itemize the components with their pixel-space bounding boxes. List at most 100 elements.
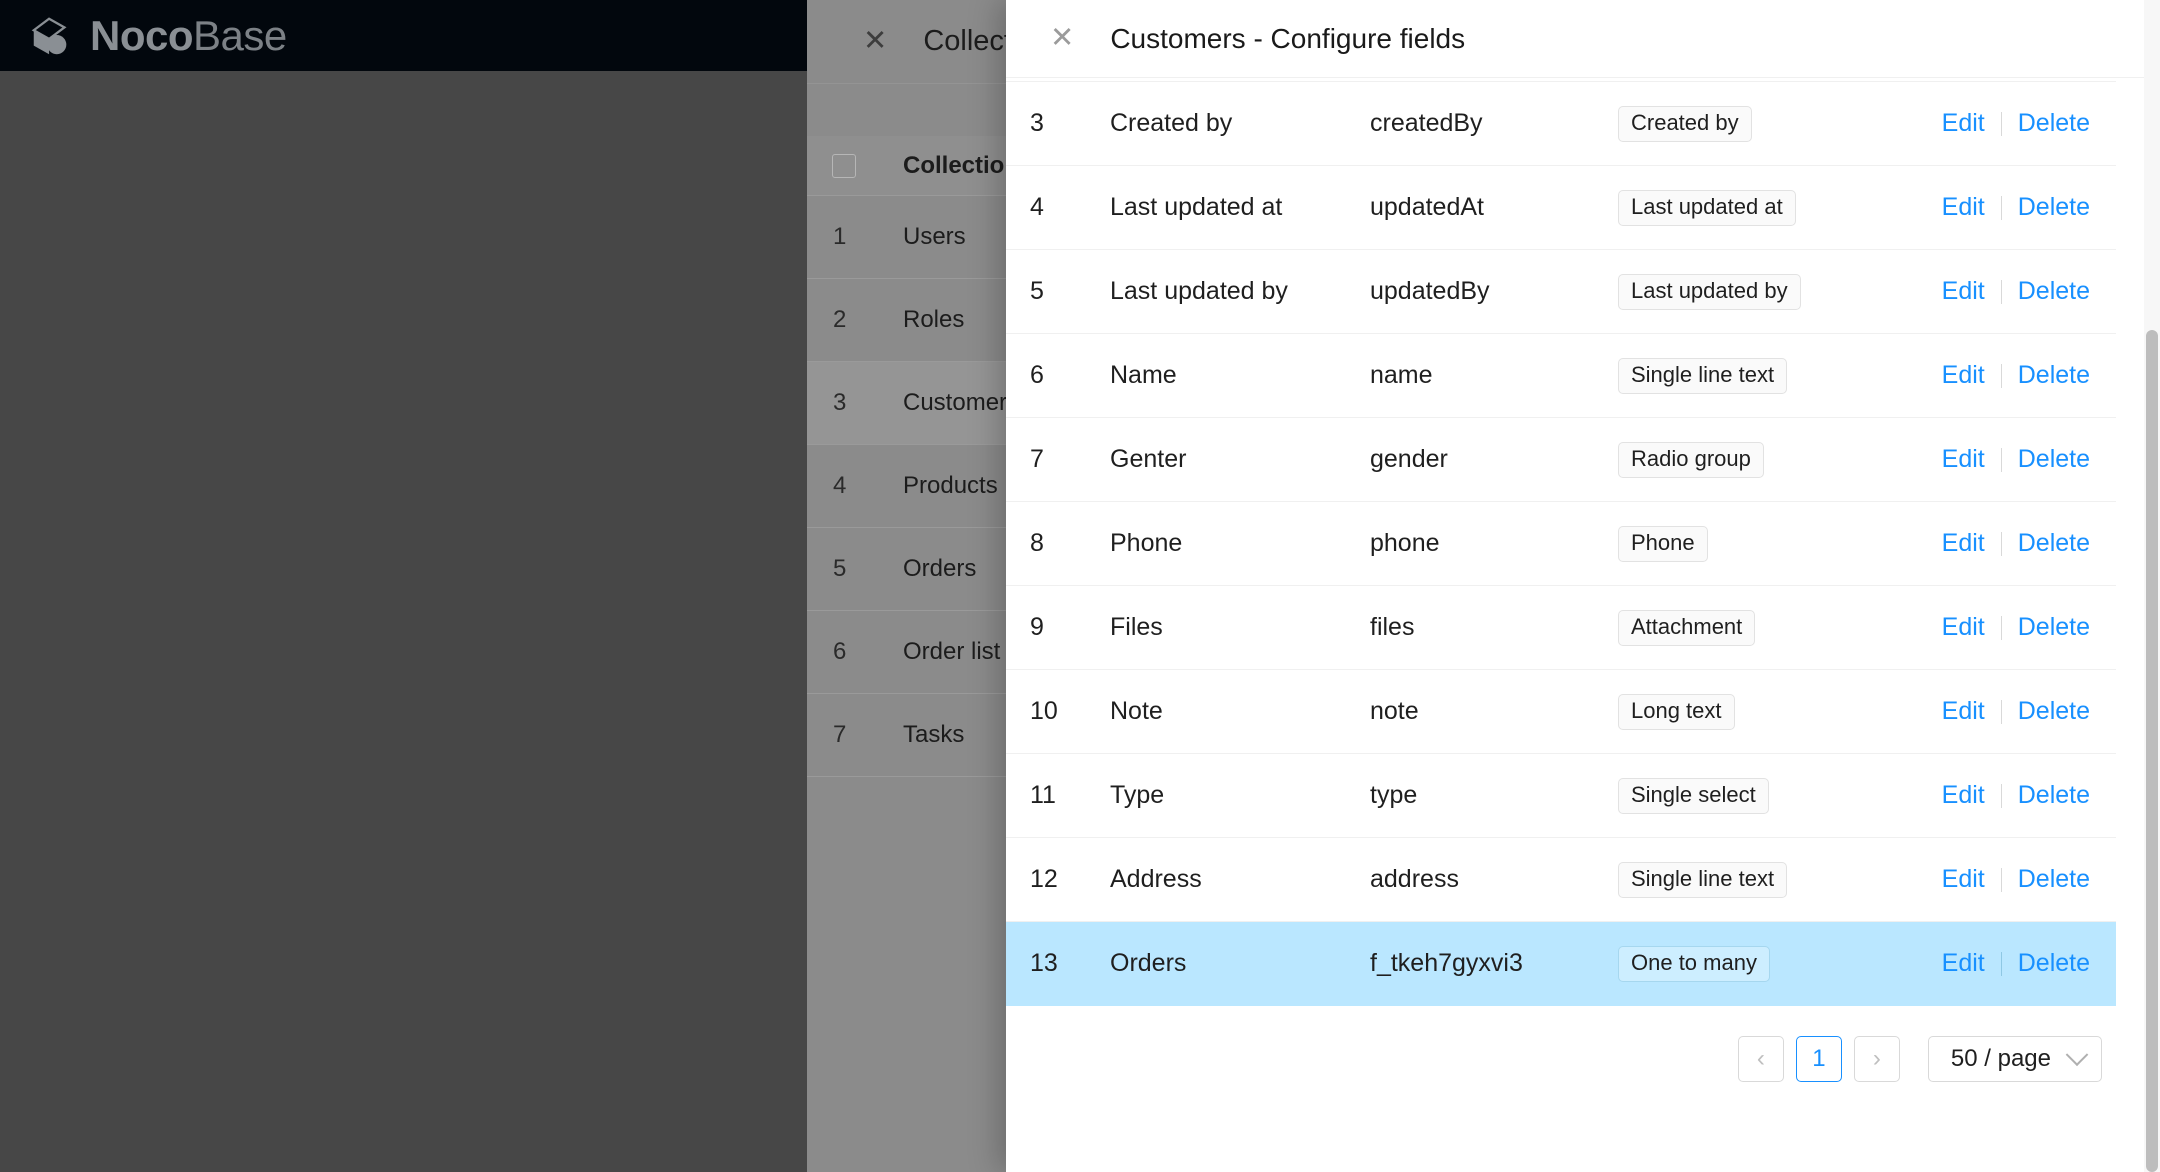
configure-fields-drawer: ✕ Customers - Configure fields 3 Created… [1006, 0, 2160, 1172]
collection-name: Roles [903, 306, 965, 333]
field-title: Type [1110, 781, 1165, 809]
table-row[interactable]: 11 Type type Single select Edit Delete [1006, 754, 2116, 838]
table-row[interactable]: 4 Last updated at updatedAt Last updated… [1006, 166, 2116, 250]
row-index: 4 [833, 472, 847, 499]
row-index: 12 [1030, 865, 1058, 893]
edit-link[interactable]: Edit [1926, 781, 2001, 810]
pagination-page-1[interactable]: 1 [1795, 1036, 1842, 1082]
row-actions: Edit Delete [1868, 865, 2116, 894]
edit-link[interactable]: Edit [1926, 361, 2001, 390]
fields-table: 3 Created by createdBy Created by Edit D… [1006, 78, 2116, 1006]
brand[interactable]: Noco Base [28, 13, 287, 59]
edit-link[interactable]: Edit [1926, 529, 2001, 558]
delete-link[interactable]: Delete [2002, 193, 2106, 222]
table-row[interactable]: 5 Last updated by updatedBy Last updated… [1006, 250, 2116, 334]
field-title: Last updated by [1110, 277, 1288, 305]
row-index: 4 [1030, 193, 1044, 221]
delete-link[interactable]: Delete [2002, 613, 2106, 642]
row-index: 3 [1030, 109, 1044, 137]
field-name: updatedBy [1370, 277, 1490, 305]
row-index: 6 [1030, 361, 1044, 389]
delete-link[interactable]: Delete [2002, 865, 2106, 894]
edit-link[interactable]: Edit [1926, 445, 2001, 474]
field-interface-cell: Created by [1618, 105, 1868, 142]
row-actions: Edit Delete [1868, 613, 2116, 642]
delete-link[interactable]: Delete [2002, 781, 2106, 810]
row-actions: Edit Delete [1868, 109, 2116, 138]
edit-link[interactable]: Edit [1926, 277, 2001, 306]
row-actions: Edit Delete [1868, 361, 2116, 390]
field-name: phone [1370, 529, 1440, 557]
table-row[interactable]: 8 Phone phone Phone Edit Delete [1006, 502, 2116, 586]
configure-fields-header: ✕ Customers - Configure fields [1006, 0, 2160, 78]
field-interface-tag: Single line text [1618, 357, 1788, 394]
page-size-select[interactable]: 50 / page [1927, 1036, 2102, 1082]
field-name: address [1370, 865, 1459, 893]
table-row-selected[interactable]: 13 Orders f_tkeh7gyxvi3 One to many Edit… [1006, 922, 2116, 1006]
collection-name: Users [903, 223, 966, 250]
scrollbar-track[interactable] [2144, 0, 2160, 1172]
field-name: updatedAt [1370, 193, 1484, 221]
field-title: Note [1110, 697, 1163, 725]
delete-link[interactable]: Delete [2002, 697, 2106, 726]
row-index: 11 [1030, 781, 1056, 809]
select-all-checkbox[interactable] [807, 153, 881, 178]
field-interface-tag: Created by [1618, 105, 1752, 142]
close-icon[interactable]: ✕ [1050, 24, 1074, 53]
page-title: Customers - Configure fields [1110, 22, 1466, 54]
delete-link[interactable]: Delete [2002, 277, 2106, 306]
delete-link[interactable]: Delete [2002, 529, 2106, 558]
chevron-down-icon [2065, 1043, 2089, 1067]
table-row[interactable]: 3 Created by createdBy Created by Edit D… [1006, 82, 2116, 166]
row-index: 7 [833, 721, 847, 748]
field-interface-cell: Phone [1618, 525, 1868, 562]
field-title: Address [1110, 865, 1202, 893]
field-interface-tag: Last updated at [1618, 189, 1796, 226]
delete-link[interactable]: Delete [2002, 949, 2106, 978]
close-icon[interactable]: ✕ [863, 27, 887, 56]
pagination-prev-button[interactable]: ‹ [1737, 1036, 1784, 1082]
field-interface-tag: Long text [1618, 693, 1735, 730]
edit-link[interactable]: Edit [1926, 613, 2001, 642]
field-title: Created by [1110, 109, 1233, 137]
pagination: ‹ 1 › 50 / page [1006, 1006, 2116, 1082]
field-name: files [1370, 613, 1415, 641]
edit-link[interactable]: Edit [1926, 193, 2001, 222]
row-index: 7 [1030, 445, 1044, 473]
table-row[interactable]: 12 Address address Single line text Edit… [1006, 838, 2116, 922]
table-row[interactable]: 7 Genter gender Radio group Edit Delete [1006, 418, 2116, 502]
pagination-next-button[interactable]: › [1853, 1036, 1900, 1082]
edit-link[interactable]: Edit [1926, 949, 2001, 978]
table-row[interactable]: 9 Files files Attachment Edit Delete [1006, 586, 2116, 670]
delete-link[interactable]: Delete [2002, 445, 2106, 474]
field-interface-tag: Last updated by [1618, 273, 1801, 310]
field-name: name [1370, 361, 1433, 389]
collection-name: Tasks [903, 721, 965, 748]
delete-link[interactable]: Delete [2002, 109, 2106, 138]
row-index: 5 [1030, 277, 1044, 305]
scrollbar-thumb[interactable] [2146, 330, 2158, 1172]
table-row[interactable]: 6 Name name Single line text Edit Delete [1006, 334, 2116, 418]
row-actions: Edit Delete [1868, 949, 2116, 978]
field-interface-cell: Long text [1618, 693, 1868, 730]
field-name: type [1370, 781, 1418, 809]
row-actions: Edit Delete [1868, 277, 2116, 306]
field-interface-tag: Attachment [1618, 609, 1756, 646]
brand-text: Noco Base [90, 14, 287, 57]
row-index: 6 [833, 638, 847, 665]
field-interface-cell: Single select [1618, 777, 1868, 814]
field-name: gender [1370, 445, 1448, 473]
field-name: createdBy [1370, 109, 1483, 137]
page-size-label: 50 / page [1950, 1045, 2051, 1072]
row-actions: Edit Delete [1868, 445, 2116, 474]
edit-link[interactable]: Edit [1926, 109, 2001, 138]
delete-link[interactable]: Delete [2002, 361, 2106, 390]
field-title: Genter [1110, 445, 1187, 473]
row-index: 5 [833, 555, 847, 582]
field-interface-tag: One to many [1618, 945, 1770, 982]
edit-link[interactable]: Edit [1926, 697, 2001, 726]
edit-link[interactable]: Edit [1926, 865, 2001, 894]
table-row[interactable]: 10 Note note Long text Edit Delete [1006, 670, 2116, 754]
screen: NocoBase ✕ Collections & Fie Collection … [0, 0, 2160, 1172]
field-interface-cell: Last updated at [1618, 189, 1868, 226]
